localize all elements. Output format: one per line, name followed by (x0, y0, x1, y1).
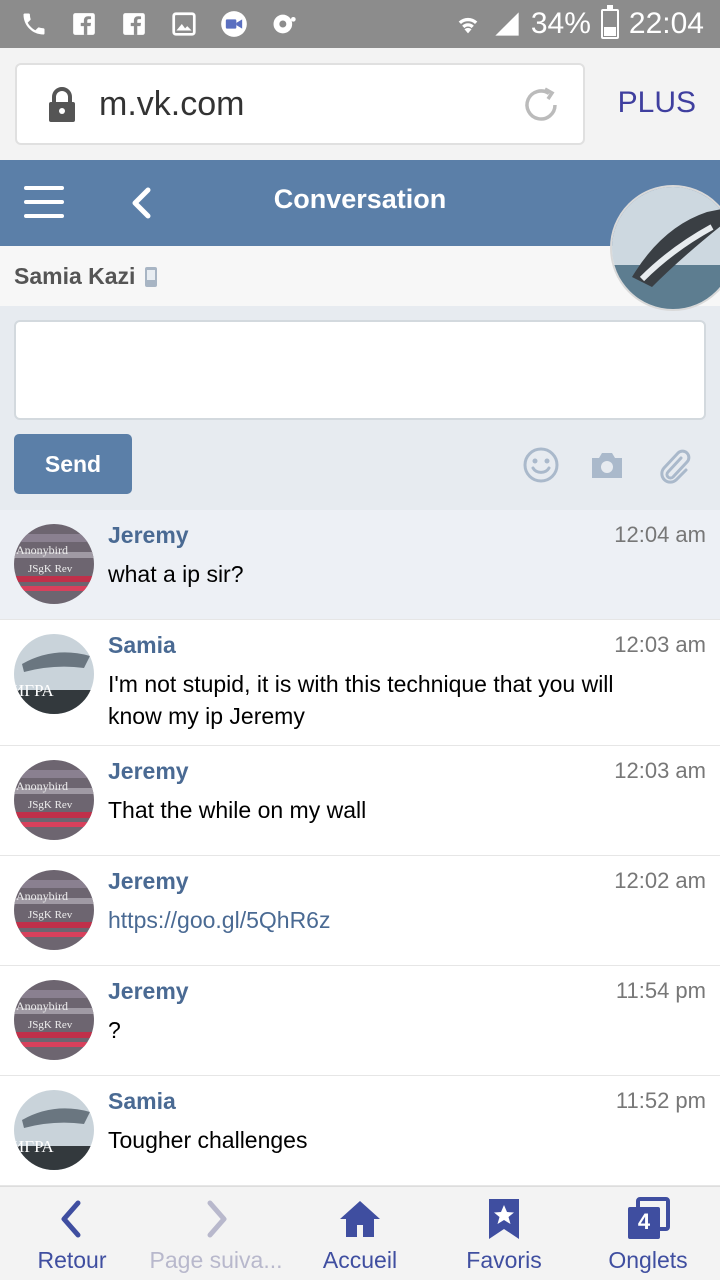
battery-percent: 34% (530, 7, 591, 40)
mobile-online-icon (145, 267, 157, 287)
message-author[interactable]: Samia (108, 632, 176, 659)
next-page-label: Page suiva... (149, 1247, 283, 1273)
avatar-text: Anonybird (16, 889, 68, 903)
favorites-label: Favoris (466, 1247, 542, 1273)
facebook-icon (70, 10, 98, 38)
gallery-icon (170, 10, 198, 38)
message-author[interactable]: Jeremy (108, 868, 189, 895)
browser-bottom-nav: Retour Page suiva... Accueil Favoris 4 O… (0, 1186, 720, 1280)
avatar-text: JSgK Rev (28, 909, 73, 921)
message-item[interactable]: ИГРА Samia 12:03 am I'm not stupid, it i… (0, 620, 720, 746)
forward-arrow-icon (207, 1200, 227, 1238)
battery-icon (600, 5, 619, 39)
message-input[interactable] (14, 320, 706, 420)
message-item[interactable]: ИГРА Samia 11:52 pm Tougher challenges (0, 1076, 720, 1186)
back-button[interactable]: Retour (22, 1187, 122, 1280)
home-icon (340, 1201, 380, 1237)
avatar-text: JSgK Rev (28, 799, 73, 811)
avatar-text: ИГРА (14, 681, 54, 700)
status-bar: 34% 22:04 (0, 0, 720, 48)
message-text: That the while on my wall (108, 797, 367, 823)
home-label: Accueil (322, 1247, 398, 1273)
avatar[interactable]: ИГРА (14, 1090, 94, 1170)
contact-name: Samia Kazi (14, 263, 136, 289)
avatar-text: JSgK Rev (28, 1019, 73, 1031)
message-item[interactable]: Anonybird JSgK Rev Jeremy 12:02 am https:… (0, 856, 720, 966)
camera-icon[interactable] (588, 446, 626, 484)
message-item[interactable]: Anonybird JSgK Rev Jeremy 11:54 pm ? (0, 966, 720, 1076)
message-time: 11:52 pm (615, 1088, 706, 1113)
plus-menu-button[interactable]: PLUS (618, 86, 696, 120)
avatar-text: Anonybird (16, 779, 68, 793)
avatar-text: Anonybird (16, 543, 68, 557)
phone-icon (20, 10, 48, 38)
message-time: 12:03 am (614, 632, 706, 657)
video-icon (220, 10, 248, 38)
page: 34% 22:04 m.vk.com PLUS Conversation Sam… (0, 0, 720, 1280)
message-time: 12:03 am (614, 758, 706, 783)
browser-toolbar: m.vk.com PLUS (0, 48, 720, 160)
lock-icon (49, 87, 75, 122)
page-title: Conversation (273, 184, 447, 214)
clock: 22:04 (628, 7, 704, 40)
message-text: what a ip sir? (108, 561, 244, 587)
reload-icon[interactable] (519, 83, 563, 127)
message-author[interactable]: Jeremy (108, 758, 189, 785)
avatar[interactable]: Anonybird JSgK Rev (14, 524, 94, 604)
status-right: 34% 22:04 (453, 0, 704, 48)
emoji-icon[interactable] (522, 446, 560, 484)
message-link[interactable]: https://goo.gl/5QhR6z (108, 904, 668, 936)
tabs-icon: 4 (626, 1197, 670, 1241)
avatar[interactable]: Anonybird JSgK Rev (14, 980, 94, 1060)
avatar[interactable]: Anonybird JSgK Rev (14, 870, 94, 950)
message-item[interactable]: Anonybird JSgK Rev Jeremy 12:03 am That t… (0, 746, 720, 856)
facebook-icon (120, 10, 148, 38)
message-text: I'm not stupid, it is with this techniqu… (108, 671, 614, 729)
avatar-text: JSgK Rev (28, 563, 73, 575)
avatar[interactable]: Anonybird JSgK Rev (14, 760, 94, 840)
next-page-button[interactable]: Page suiva... (146, 1187, 286, 1280)
avatar-text: Anonybird (16, 999, 68, 1013)
message-author[interactable]: Samia (108, 1088, 176, 1115)
avatar-text: ИГРА (14, 1137, 54, 1156)
message-time: 11:54 pm (615, 978, 706, 1003)
message-time: 12:04 am (614, 522, 706, 547)
notification-icons (20, 8, 298, 40)
bookmark-star-icon (489, 1199, 519, 1239)
signal-icon (495, 12, 519, 36)
message-author[interactable]: Jeremy (108, 522, 189, 549)
message-time: 12:02 am (614, 868, 706, 893)
avatar[interactable]: ИГРА (14, 634, 94, 714)
tabs-button[interactable]: 4 Onglets (598, 1187, 698, 1280)
attach-icon[interactable] (654, 446, 692, 484)
message-text: Tougher challenges (108, 1127, 308, 1153)
address-bar[interactable]: m.vk.com (15, 63, 585, 145)
tabs-count: 4 (637, 1209, 651, 1234)
back-label: Retour (37, 1247, 107, 1273)
favorites-button[interactable]: Favoris (454, 1187, 554, 1280)
home-button[interactable]: Accueil (310, 1187, 410, 1280)
message-list: Anonybird JSgK Rev Jeremy 12:04 am what a… (0, 510, 720, 1186)
back-arrow-icon (61, 1200, 81, 1238)
message-composer: Send (0, 306, 720, 510)
send-button[interactable]: Send (14, 434, 132, 494)
url-text: m.vk.com (99, 85, 245, 123)
wifi-icon (458, 17, 478, 34)
radio-icon (270, 10, 298, 38)
message-author[interactable]: Jeremy (108, 978, 189, 1005)
message-text: ? (108, 1017, 121, 1043)
message-item[interactable]: Anonybird JSgK Rev Jeremy 12:04 am what a… (0, 510, 720, 620)
tabs-label: Onglets (608, 1247, 688, 1273)
